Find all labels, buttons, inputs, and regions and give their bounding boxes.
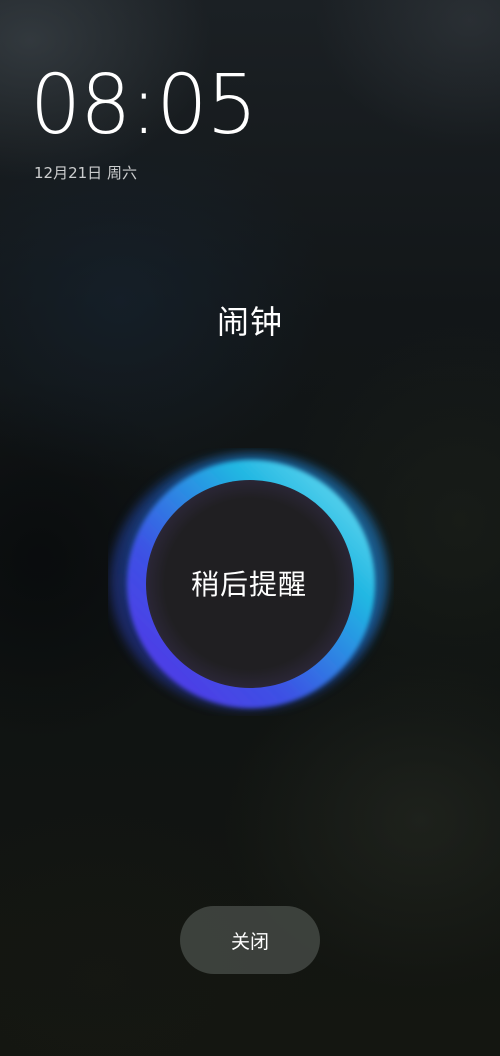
clock-time: 08:05 (30, 58, 258, 153)
alarm-title: 闹钟 (216, 303, 283, 341)
snooze-button[interactable]: 稍后提醒 (144, 480, 354, 690)
clock-date: 12月21日 周六 (34, 164, 137, 182)
snooze-label: 稍后提醒 (190, 568, 307, 601)
snooze-ring: 稍后提醒 (108, 448, 394, 716)
close-button[interactable]: 关闭 (180, 906, 320, 974)
